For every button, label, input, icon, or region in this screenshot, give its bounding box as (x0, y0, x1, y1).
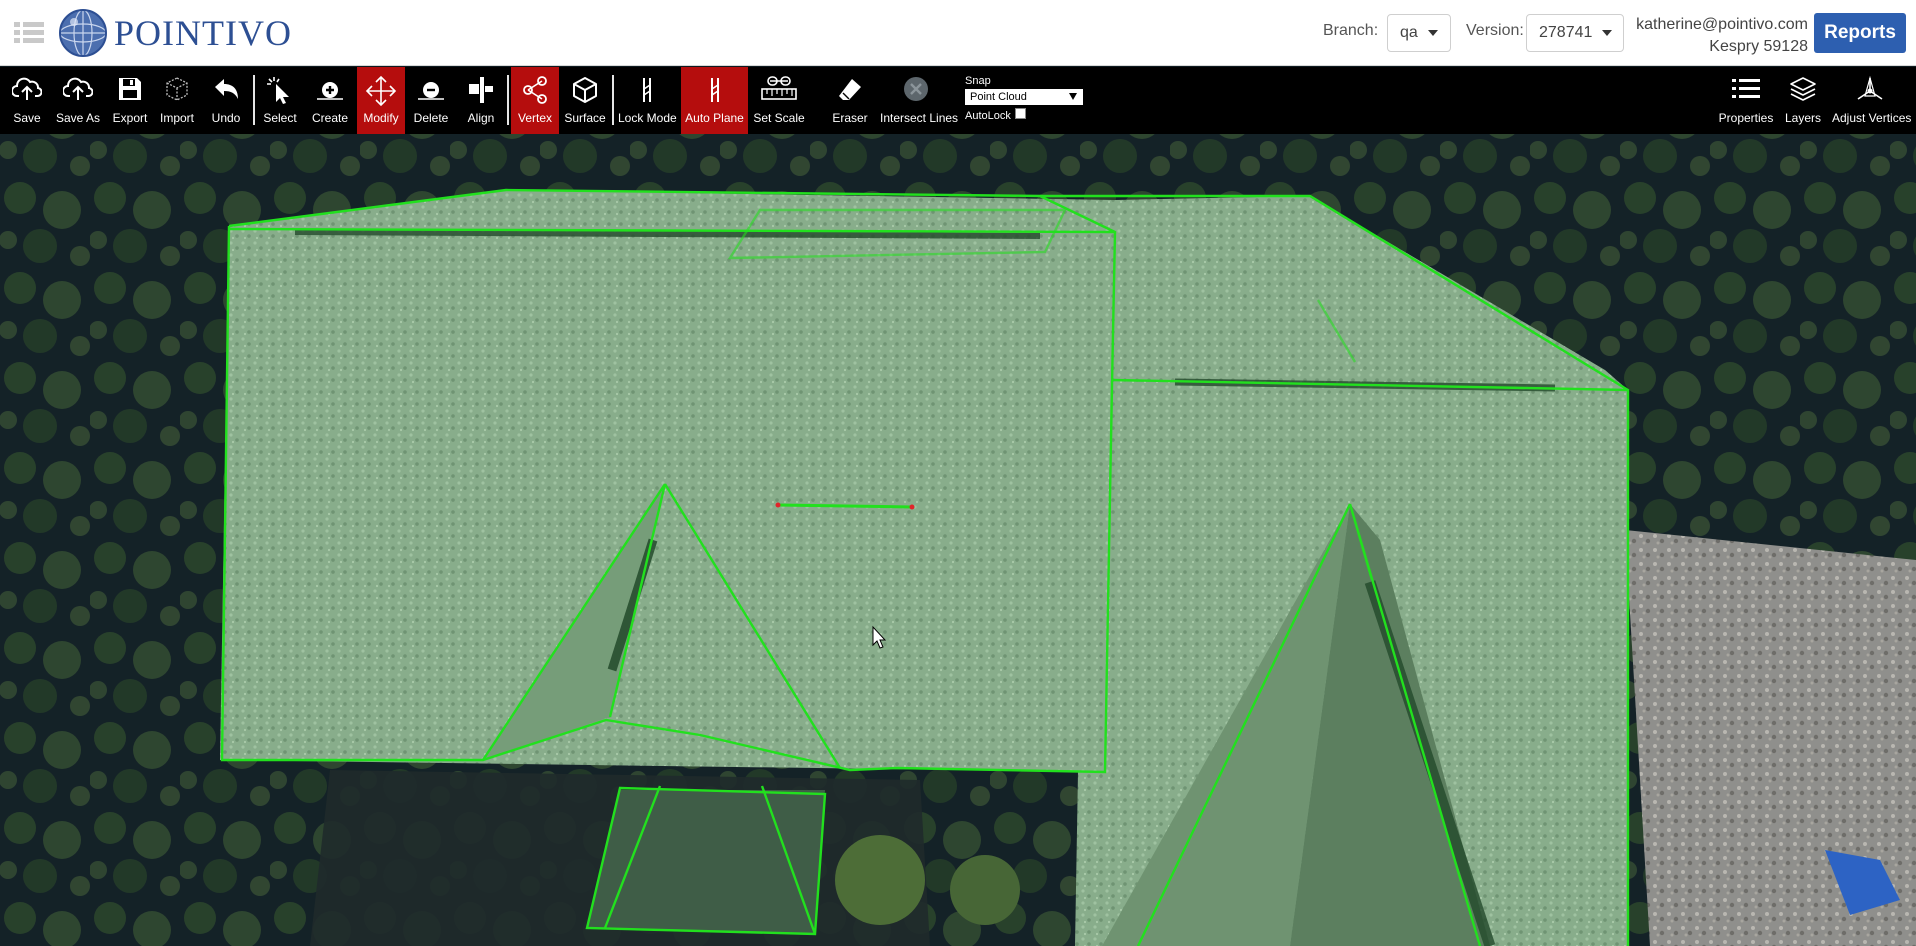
version-select[interactable]: 278741 (1526, 14, 1624, 52)
floppy-disk-icon (119, 78, 141, 100)
vertex-handle[interactable] (775, 502, 781, 508)
dropdown-arrow-icon (1069, 93, 1077, 100)
save-as-label: Save As (55, 111, 101, 125)
branch-select[interactable]: qa (1387, 14, 1451, 52)
cloud-upload-icon (63, 77, 93, 100)
version-value: 278741 (1539, 24, 1593, 41)
create-label: Create (311, 111, 349, 125)
branch-label: Branch: (1323, 22, 1379, 39)
snap-panel: Snap Point Cloud AutoLock (965, 75, 1085, 122)
toolbar-divider (253, 75, 255, 125)
point-cloud-scene[interactable] (0, 134, 1916, 946)
toolbar-divider (612, 75, 614, 125)
intersect-lines-label: Intersect Lines (880, 111, 959, 125)
version-label: Version: (1466, 22, 1524, 39)
move-arrows-icon (365, 75, 397, 107)
adjust-vertices-label: Adjust Vertices (1832, 111, 1912, 125)
user-email: katherine@pointivo.com (1636, 16, 1808, 33)
auto-plane-icon (710, 78, 719, 102)
app-menu-icon[interactable] (14, 20, 44, 46)
app-header: POINTIVO Branch: qa Version: 278741 kath… (0, 0, 1916, 66)
vertex-mode-button[interactable]: Vertex (511, 67, 559, 134)
shrub (950, 855, 1020, 925)
lock-mode-button[interactable]: Lock Mode (618, 67, 677, 134)
close-circle-icon (904, 77, 928, 101)
cloud-upload-icon (12, 77, 42, 100)
autolock-label: AutoLock (965, 110, 1011, 122)
create-tool-button[interactable]: Create (308, 67, 352, 134)
properties-label: Properties (1718, 111, 1774, 125)
cube-icon (573, 77, 597, 103)
modify-label: Modify (363, 111, 399, 125)
snap-value: Point Cloud (970, 91, 1027, 103)
export-button[interactable]: Export (108, 67, 152, 134)
vertex-share-icon (523, 76, 547, 104)
delete-tool-button[interactable]: Delete (410, 67, 452, 134)
set-scale-label: Set Scale (753, 111, 805, 125)
globe-logo-icon (59, 9, 107, 57)
modify-tool-button[interactable]: Modify (357, 67, 405, 134)
vertex-label: Vertex (517, 111, 553, 125)
layers-button[interactable]: Layers (1778, 67, 1828, 134)
properties-button[interactable]: Properties (1718, 67, 1774, 134)
delete-minus-icon (418, 82, 444, 100)
vertex-handle[interactable] (909, 504, 915, 510)
eraser-button[interactable]: Eraser (826, 67, 874, 134)
align-tool-button[interactable]: Align (460, 67, 502, 134)
select-tool-button[interactable]: Select (258, 67, 302, 134)
list-properties-icon (1732, 79, 1760, 98)
autolock-checkbox[interactable] (1014, 107, 1026, 119)
surface-label: Surface (564, 111, 606, 125)
lock-mode-label: Lock Mode (618, 111, 677, 125)
auto-plane-label: Auto Plane (685, 111, 744, 125)
adjust-vertices-icon (1857, 75, 1883, 100)
toolbar-divider (507, 75, 509, 125)
export-label: Export (112, 111, 148, 125)
save-as-button[interactable]: Save As (54, 67, 102, 134)
surface-mode-button[interactable]: Surface (563, 67, 607, 134)
chevron-down-icon (1602, 30, 1613, 36)
user-project: Kespry 59128 (1709, 38, 1808, 55)
save-label: Save (13, 111, 41, 125)
delete-label: Delete (413, 111, 449, 125)
pointivo-logo[interactable]: POINTIVO (58, 8, 292, 58)
branch-value: qa (1400, 24, 1418, 41)
eraser-label: Eraser (832, 111, 868, 125)
set-scale-button[interactable]: Set Scale (752, 67, 806, 134)
undo-button[interactable]: Undo (204, 67, 248, 134)
selected-edge[interactable] (777, 503, 913, 509)
import-button[interactable]: Import (156, 67, 198, 134)
cursor-select-icon (267, 77, 289, 104)
select-label: Select (263, 111, 297, 125)
logo-text: POINTIVO (114, 13, 292, 53)
snap-label: Snap (965, 75, 991, 87)
main-roof-face (220, 190, 1115, 772)
cube-outline-icon (166, 77, 188, 101)
eraser-icon (839, 79, 861, 100)
undo-arrow-icon (215, 79, 238, 99)
3d-viewport[interactable] (0, 134, 1916, 946)
align-label: Align (467, 111, 495, 125)
align-icon (469, 77, 493, 103)
user-info[interactable]: katherine@pointivo.com Kespry 59128 (1636, 14, 1808, 58)
undo-label: Undo (211, 111, 241, 125)
lock-mode-icon (643, 78, 651, 102)
ruler-scale-icon (761, 76, 797, 100)
auto-plane-button[interactable]: Auto Plane (681, 67, 748, 134)
chevron-down-icon (1427, 30, 1438, 36)
reports-button[interactable]: Reports (1814, 13, 1906, 53)
create-plus-icon (317, 82, 343, 100)
save-button[interactable]: Save (6, 67, 48, 134)
layers-stack-icon (1790, 77, 1816, 101)
adjust-vertices-button[interactable]: Adjust Vertices (1832, 67, 1912, 134)
import-label: Import (159, 111, 194, 125)
intersect-lines-button[interactable]: Intersect Lines (880, 67, 959, 134)
layers-label: Layers (1784, 111, 1822, 125)
snap-select[interactable]: Point Cloud (965, 89, 1083, 105)
editing-toolbar: Save Save As Export Import Undo Select C… (0, 67, 1916, 134)
autolock-row: AutoLock (965, 107, 1085, 122)
shrub (835, 835, 925, 925)
